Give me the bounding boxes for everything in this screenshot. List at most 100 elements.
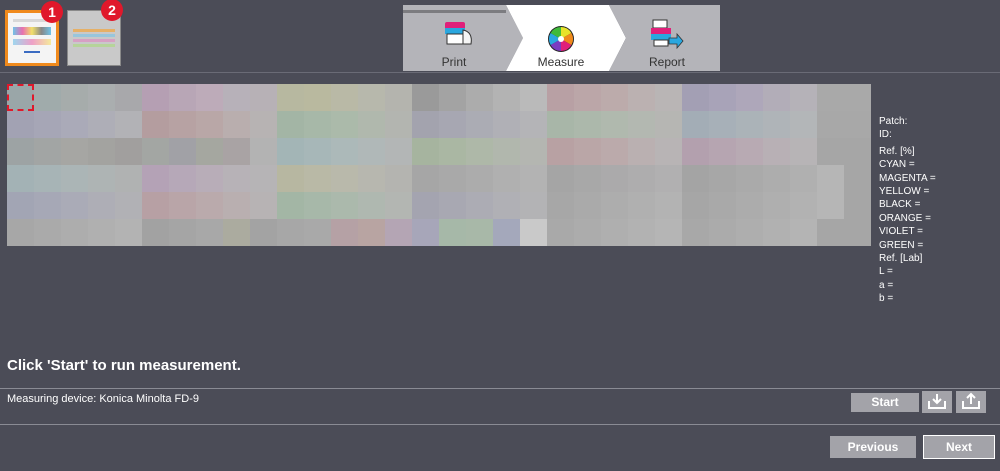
- color-patch[interactable]: [250, 165, 277, 192]
- color-patch[interactable]: [61, 219, 88, 246]
- color-patch[interactable]: [331, 84, 358, 111]
- color-patch[interactable]: [709, 111, 736, 138]
- color-patch[interactable]: [223, 192, 250, 219]
- color-patch[interactable]: [682, 165, 709, 192]
- color-patch[interactable]: [34, 111, 61, 138]
- color-patch[interactable]: [412, 165, 439, 192]
- color-patch[interactable]: [61, 138, 88, 165]
- color-patch[interactable]: [493, 219, 520, 246]
- export-button[interactable]: [956, 391, 986, 413]
- color-patch[interactable]: [142, 138, 169, 165]
- color-patch[interactable]: [763, 84, 790, 111]
- color-patch[interactable]: [790, 165, 817, 192]
- color-patch[interactable]: [331, 192, 358, 219]
- color-patch[interactable]: [763, 192, 790, 219]
- color-patch[interactable]: [790, 192, 817, 219]
- color-patch[interactable]: [304, 111, 331, 138]
- color-patch[interactable]: [277, 84, 304, 111]
- color-patch[interactable]: [34, 192, 61, 219]
- color-patch[interactable]: [736, 138, 763, 165]
- color-patch[interactable]: [331, 219, 358, 246]
- color-patch[interactable]: [790, 219, 817, 246]
- color-patch[interactable]: [115, 192, 142, 219]
- color-patch[interactable]: [196, 192, 223, 219]
- color-chart[interactable]: [7, 84, 871, 246]
- color-patch[interactable]: [682, 192, 709, 219]
- color-patch[interactable]: [61, 165, 88, 192]
- color-patch[interactable]: [358, 192, 385, 219]
- color-patch[interactable]: [7, 192, 34, 219]
- color-patch[interactable]: [628, 84, 655, 111]
- color-patch[interactable]: [385, 192, 412, 219]
- color-patch[interactable]: [88, 111, 115, 138]
- color-patch[interactable]: [493, 192, 520, 219]
- color-patch[interactable]: [574, 138, 601, 165]
- color-patch[interactable]: [196, 219, 223, 246]
- color-patch[interactable]: [304, 84, 331, 111]
- color-patch[interactable]: [628, 219, 655, 246]
- color-patch[interactable]: [601, 84, 628, 111]
- page-thumbnail-1[interactable]: 1: [5, 1, 63, 66]
- color-patch[interactable]: [817, 84, 844, 111]
- color-patch[interactable]: [88, 138, 115, 165]
- color-patch[interactable]: [574, 111, 601, 138]
- color-patch[interactable]: [115, 138, 142, 165]
- color-patch[interactable]: [601, 192, 628, 219]
- color-patch[interactable]: [439, 219, 466, 246]
- color-patch[interactable]: [709, 138, 736, 165]
- color-patch[interactable]: [655, 84, 682, 111]
- color-patch[interactable]: [277, 111, 304, 138]
- color-patch[interactable]: [601, 138, 628, 165]
- color-patch[interactable]: [439, 192, 466, 219]
- color-patch[interactable]: [547, 138, 574, 165]
- color-patch[interactable]: [817, 165, 844, 192]
- color-patch[interactable]: [196, 138, 223, 165]
- color-patch[interactable]: [601, 111, 628, 138]
- color-patch[interactable]: [547, 192, 574, 219]
- color-patch[interactable]: [412, 219, 439, 246]
- color-patch[interactable]: [466, 111, 493, 138]
- color-patch[interactable]: [277, 165, 304, 192]
- color-patch[interactable]: [196, 111, 223, 138]
- color-patch[interactable]: [439, 165, 466, 192]
- color-patch[interactable]: [466, 192, 493, 219]
- color-patch[interactable]: [817, 219, 844, 246]
- color-patch[interactable]: [250, 219, 277, 246]
- color-patch[interactable]: [709, 192, 736, 219]
- color-patch[interactable]: [547, 165, 574, 192]
- color-patch[interactable]: [844, 192, 871, 219]
- color-patch[interactable]: [250, 138, 277, 165]
- color-patch[interactable]: [817, 138, 844, 165]
- color-patch[interactable]: [574, 219, 601, 246]
- color-patch[interactable]: [169, 84, 196, 111]
- color-patch[interactable]: [709, 219, 736, 246]
- color-patch[interactable]: [169, 138, 196, 165]
- color-patch[interactable]: [682, 111, 709, 138]
- color-patch[interactable]: [115, 219, 142, 246]
- color-patch[interactable]: [439, 111, 466, 138]
- color-patch[interactable]: [844, 219, 871, 246]
- color-patch[interactable]: [412, 138, 439, 165]
- color-patch[interactable]: [7, 219, 34, 246]
- color-patch[interactable]: [844, 138, 871, 165]
- import-button[interactable]: [922, 391, 952, 413]
- color-patch[interactable]: [628, 138, 655, 165]
- color-patch[interactable]: [115, 111, 142, 138]
- color-patch[interactable]: [493, 84, 520, 111]
- color-patch[interactable]: [736, 192, 763, 219]
- color-patch[interactable]: [439, 84, 466, 111]
- color-patch[interactable]: [439, 138, 466, 165]
- color-patch[interactable]: [223, 84, 250, 111]
- start-button[interactable]: Start: [851, 393, 919, 412]
- color-patch[interactable]: [304, 138, 331, 165]
- color-patch[interactable]: [223, 111, 250, 138]
- color-patch[interactable]: [358, 138, 385, 165]
- color-patch[interactable]: [736, 111, 763, 138]
- color-patch[interactable]: [790, 84, 817, 111]
- color-patch[interactable]: [169, 111, 196, 138]
- color-patch[interactable]: [223, 219, 250, 246]
- color-patch[interactable]: [169, 165, 196, 192]
- color-patch[interactable]: [196, 165, 223, 192]
- color-patch[interactable]: [844, 165, 871, 192]
- color-patch[interactable]: [385, 138, 412, 165]
